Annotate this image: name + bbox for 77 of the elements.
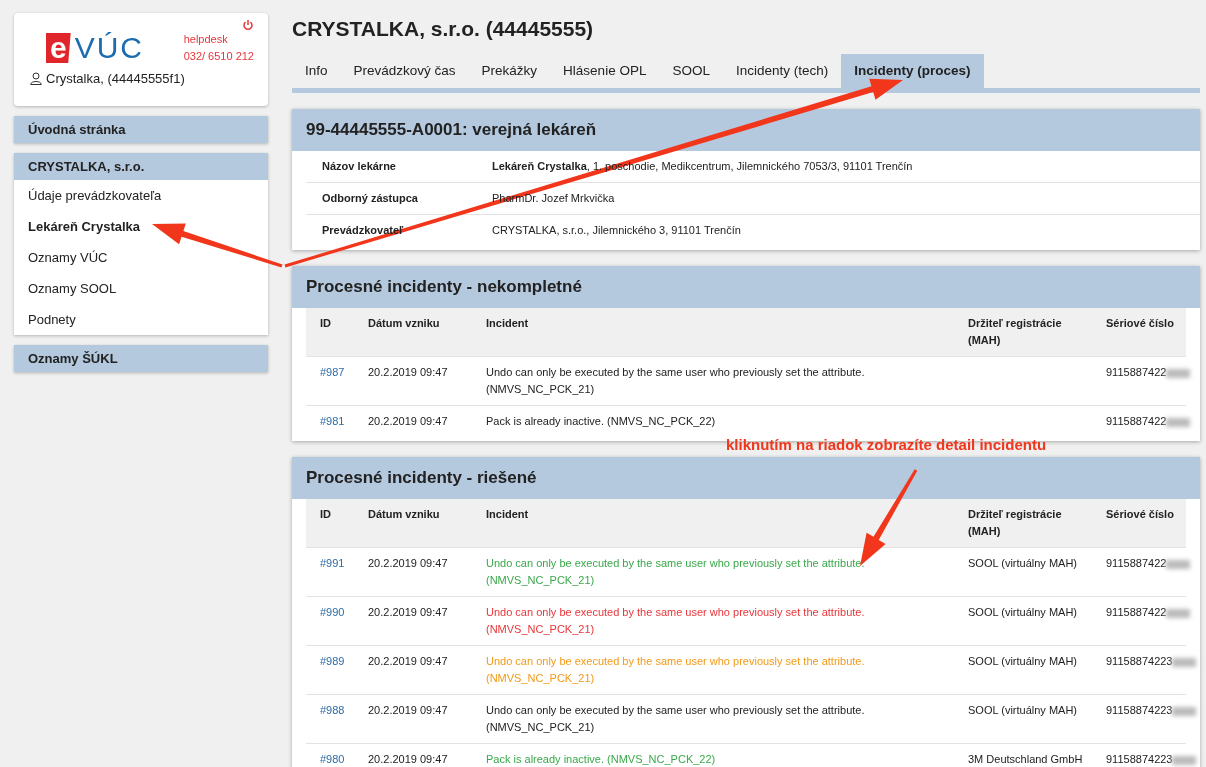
incident-link[interactable]: #991: [320, 557, 345, 569]
section-title: Procesné incidenty - nekompletné: [306, 277, 582, 296]
table-cell: 20.2.2019 09:47: [360, 596, 478, 646]
table-cell: 9115887422: [1106, 415, 1167, 427]
logo[interactable]: e VÚC: [46, 33, 145, 63]
sidebar-heading[interactable]: Oznamy ŠÚKL: [14, 345, 268, 372]
table-cell: 20.2.2019 09:47: [360, 645, 478, 695]
redaction-mark: [1166, 368, 1191, 378]
helpdesk-label: helpdesk: [183, 32, 229, 47]
tab[interactable]: Info: [292, 54, 341, 88]
table-cell: SOOL (virtuálny MAH): [960, 694, 1098, 744]
table-cell: SOOL (virtuálny MAH): [960, 645, 1098, 695]
field-value: CRYSTALKA, s.r.o., Jilemnického 3, 91101 Trenčín: [492, 223, 741, 238]
incident-link[interactable]: #988: [320, 704, 345, 716]
section-title: Procesné incidenty - riešené: [306, 468, 537, 487]
user-icon: [30, 72, 42, 86]
incident-link[interactable]: #980: [320, 753, 345, 765]
table-cell: 20.2.2019 09:47: [360, 694, 478, 744]
incident-text[interactable]: Undo can only be executed by the same user who previously set the attribute. (NMVS_NC_PCK_21): [478, 694, 960, 744]
column-header: Sériové číslo: [1098, 499, 1186, 548]
power-icon[interactable]: [242, 19, 254, 31]
sidebar-item[interactable]: Údaje prevádzkovateľa: [14, 180, 268, 211]
field-label: Odborný zástupca: [322, 191, 419, 206]
table-cell: 91158874223: [1106, 655, 1173, 667]
table-cell: 91158874223: [1106, 704, 1173, 716]
redaction-mark: [1166, 608, 1191, 618]
field-label: Názov lekárne: [322, 159, 397, 174]
column-header: Držiteľ registrácie (MAH): [960, 499, 1098, 548]
sidebar-item[interactable]: Lekáreň Crystalka: [14, 211, 268, 242]
table-cell: SOOL (virtuálny MAH): [960, 547, 1098, 597]
table-cell: 20.2.2019 09:47: [360, 405, 478, 437]
helpdesk-phone: 032/ 6510 212: [183, 49, 254, 64]
table-cell: 20.2.2019 09:47: [360, 743, 478, 767]
annotation-text: kliknutím na riadok zobrazíte detail incidentu: [726, 436, 1047, 454]
incident-link[interactable]: #987: [320, 366, 345, 378]
incident-text[interactable]: Undo can only be executed by the same user who previously set the attribute. (NMVS_NC_PCK_21): [478, 596, 960, 646]
incident-text[interactable]: Undo can only be executed by the same user who previously set the attribute. (NMVS_NC_PCK_21): [478, 356, 960, 406]
column-header: ID: [306, 499, 360, 548]
column-header: Držiteľ registrácie (MAH): [960, 308, 1098, 357]
column-header: Incident: [478, 308, 960, 357]
table-cell: 3M Deutschland GmbH: [960, 743, 1098, 767]
table-cell: SOOL (virtuálny MAH): [960, 596, 1098, 646]
table-cell: 9115887422: [1106, 557, 1167, 569]
redaction-mark: [1172, 657, 1197, 667]
tab[interactable]: Prekážky: [468, 54, 551, 88]
redaction-mark: [1166, 559, 1191, 569]
incident-text[interactable]: Pack is already inactive. (NMVS_NC_PCK_22): [478, 405, 960, 437]
column-header: Dátum vzniku: [360, 308, 478, 357]
table-cell: 9115887422: [1106, 606, 1167, 618]
column-header: Dátum vzniku: [360, 499, 478, 548]
redaction-mark: [1172, 706, 1197, 716]
field-label: Prevádzkovateľ: [322, 223, 405, 238]
sidebar-heading[interactable]: Úvodná stránka: [14, 116, 268, 143]
table-cell: 9115887422: [1106, 366, 1167, 378]
redaction-mark: [1166, 417, 1191, 427]
tab[interactable]: Incidenty (tech): [722, 54, 842, 88]
redaction-mark: [1172, 755, 1197, 765]
user-name: Crystalka, (44445555f1): [46, 70, 185, 88]
page-title: CRYSTALKA, s.r.o. (44445555): [292, 16, 595, 42]
column-header: Incident: [478, 499, 960, 548]
section-header: 99-44445555-A0001: verejná lekáreň: [292, 109, 1200, 151]
sidebar-heading[interactable]: CRYSTALKA, s.r.o.: [14, 153, 268, 180]
column-header: ID: [306, 308, 360, 357]
table-cell: 20.2.2019 09:47: [360, 356, 478, 406]
tab[interactable]: SOOL: [659, 54, 723, 88]
incident-link[interactable]: #981: [320, 415, 345, 427]
table-cell: 91158874223: [1106, 753, 1173, 765]
sidebar-item[interactable]: Oznamy SOOL: [14, 273, 268, 304]
tab[interactable]: Hlásenie OPL: [550, 54, 660, 88]
incident-link[interactable]: #990: [320, 606, 345, 618]
sidebar-item[interactable]: Oznamy VÚC: [14, 242, 268, 273]
tab[interactable]: Prevádzkový čas: [340, 54, 469, 88]
table-cell: 20.2.2019 09:47: [360, 547, 478, 597]
column-header: Sériové číslo: [1098, 308, 1186, 357]
incident-link[interactable]: #989: [320, 655, 345, 667]
sidebar-item[interactable]: Podnety: [14, 304, 268, 335]
tab[interactable]: Incidenty (proces): [841, 54, 984, 88]
